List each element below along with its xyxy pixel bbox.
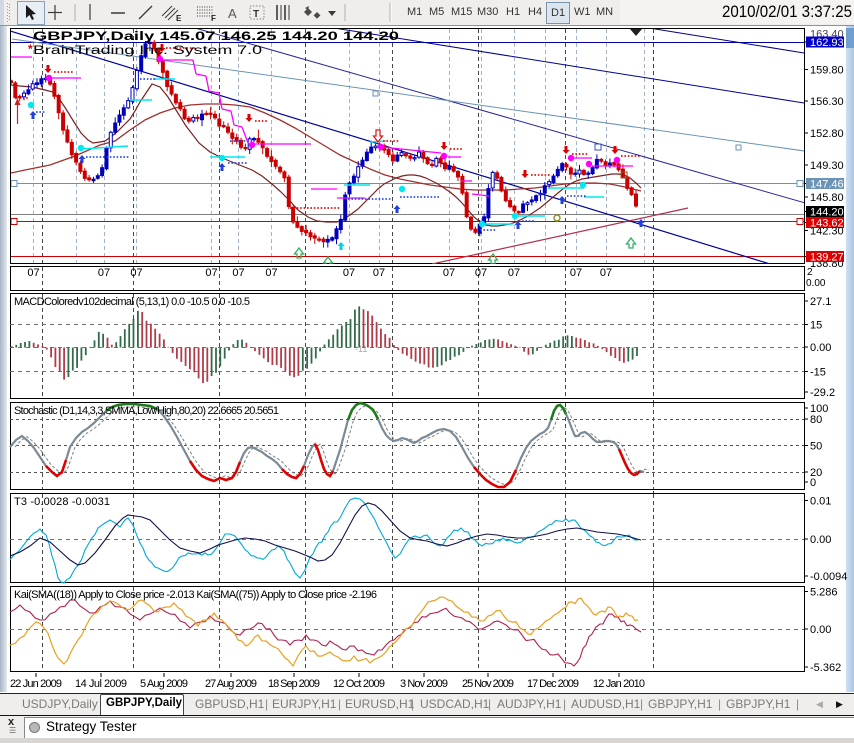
- svg-text:07: 07: [343, 267, 355, 279]
- svg-text:0: 0: [810, 477, 816, 489]
- svg-text:Stochastic (D1,14,3,3,SMMA,Low: Stochastic (D1,14,3,3,SMMA,Low/High,80,2…: [14, 405, 279, 417]
- svg-text:18 Sep 2009: 18 Sep 2009: [268, 678, 320, 690]
- svg-text:12 Oct 2009: 12 Oct 2009: [333, 678, 385, 690]
- svg-text:BrainTrading Inc. System 7.0: BrainTrading Inc. System 7.0: [33, 45, 262, 57]
- svg-text:07: 07: [205, 267, 217, 279]
- svg-text:GBPJPY,Daily 145.07 146.25 14: GBPJPY,Daily 145.07 146.25 144.20 144.20: [33, 31, 399, 43]
- svg-text:07: 07: [130, 267, 142, 279]
- svg-text:25 Nov 2009: 25 Nov 2009: [462, 678, 514, 690]
- svg-text:139.27: 139.27: [810, 252, 844, 264]
- svg-text:3 Nov 2009: 3 Nov 2009: [400, 678, 448, 690]
- svg-text:-15: -15: [810, 367, 826, 379]
- svg-text:-5.362: -5.362: [810, 662, 841, 674]
- svg-text:12 Jan 2010: 12 Jan 2010: [593, 678, 645, 690]
- svg-text:156.30: 156.30: [810, 96, 844, 108]
- svg-text:07: 07: [232, 267, 244, 279]
- svg-text:07: 07: [600, 267, 612, 279]
- svg-text:159.80: 159.80: [810, 65, 844, 77]
- svg-text:0.01: 0.01: [810, 496, 831, 508]
- svg-text:07: 07: [98, 267, 110, 279]
- svg-text:15: 15: [810, 320, 822, 332]
- svg-text:Kai(SMA((18)) Apply to Close p: Kai(SMA((18)) Apply to Close price -2.01…: [14, 589, 377, 601]
- svg-text:149.30: 149.30: [810, 160, 844, 172]
- svg-text:-29.2: -29.2: [810, 387, 835, 399]
- svg-text:5 Aug 2009: 5 Aug 2009: [140, 678, 188, 690]
- svg-text:22 Jun 2009: 22 Jun 2009: [10, 678, 62, 690]
- svg-text:MACDColoredv102decimal (5,13,1: MACDColoredv102decimal (5,13,1) 0.0 -10.…: [14, 296, 250, 308]
- svg-text:0.00: 0.00: [810, 624, 831, 636]
- svg-text:0.00: 0.00: [806, 278, 826, 289]
- svg-text:07: 07: [570, 267, 582, 279]
- svg-text:07: 07: [443, 267, 455, 279]
- svg-text:07: 07: [475, 267, 487, 279]
- svg-text:-0.0094: -0.0094: [810, 571, 847, 583]
- svg-text:142.30: 142.30: [810, 226, 844, 238]
- svg-text:80: 80: [810, 414, 822, 426]
- svg-text:-11: -11: [355, 344, 367, 354]
- svg-text:17 Dec 2009: 17 Dec 2009: [527, 678, 579, 690]
- svg-text:147.46: 147.46: [810, 179, 844, 191]
- svg-text:0.00: 0.00: [810, 534, 831, 546]
- svg-text:162.93: 162.93: [810, 37, 844, 49]
- svg-text:152.80: 152.80: [810, 128, 844, 140]
- svg-text:5.286: 5.286: [810, 587, 838, 599]
- svg-text:07: 07: [508, 267, 520, 279]
- svg-text:14 Jul 2009: 14 Jul 2009: [75, 678, 127, 690]
- svg-text:50: 50: [810, 441, 822, 453]
- svg-text:27.1: 27.1: [810, 296, 831, 308]
- svg-text:07: 07: [265, 267, 277, 279]
- svg-text:27 Aug 2009: 27 Aug 2009: [205, 678, 257, 690]
- svg-text:145.80: 145.80: [810, 192, 844, 204]
- svg-text:07: 07: [27, 267, 39, 279]
- svg-text:0.00: 0.00: [810, 342, 831, 354]
- svg-text:T3 -0.0028 -0.0031: T3 -0.0028 -0.0031: [14, 496, 110, 508]
- svg-text:07: 07: [373, 267, 385, 279]
